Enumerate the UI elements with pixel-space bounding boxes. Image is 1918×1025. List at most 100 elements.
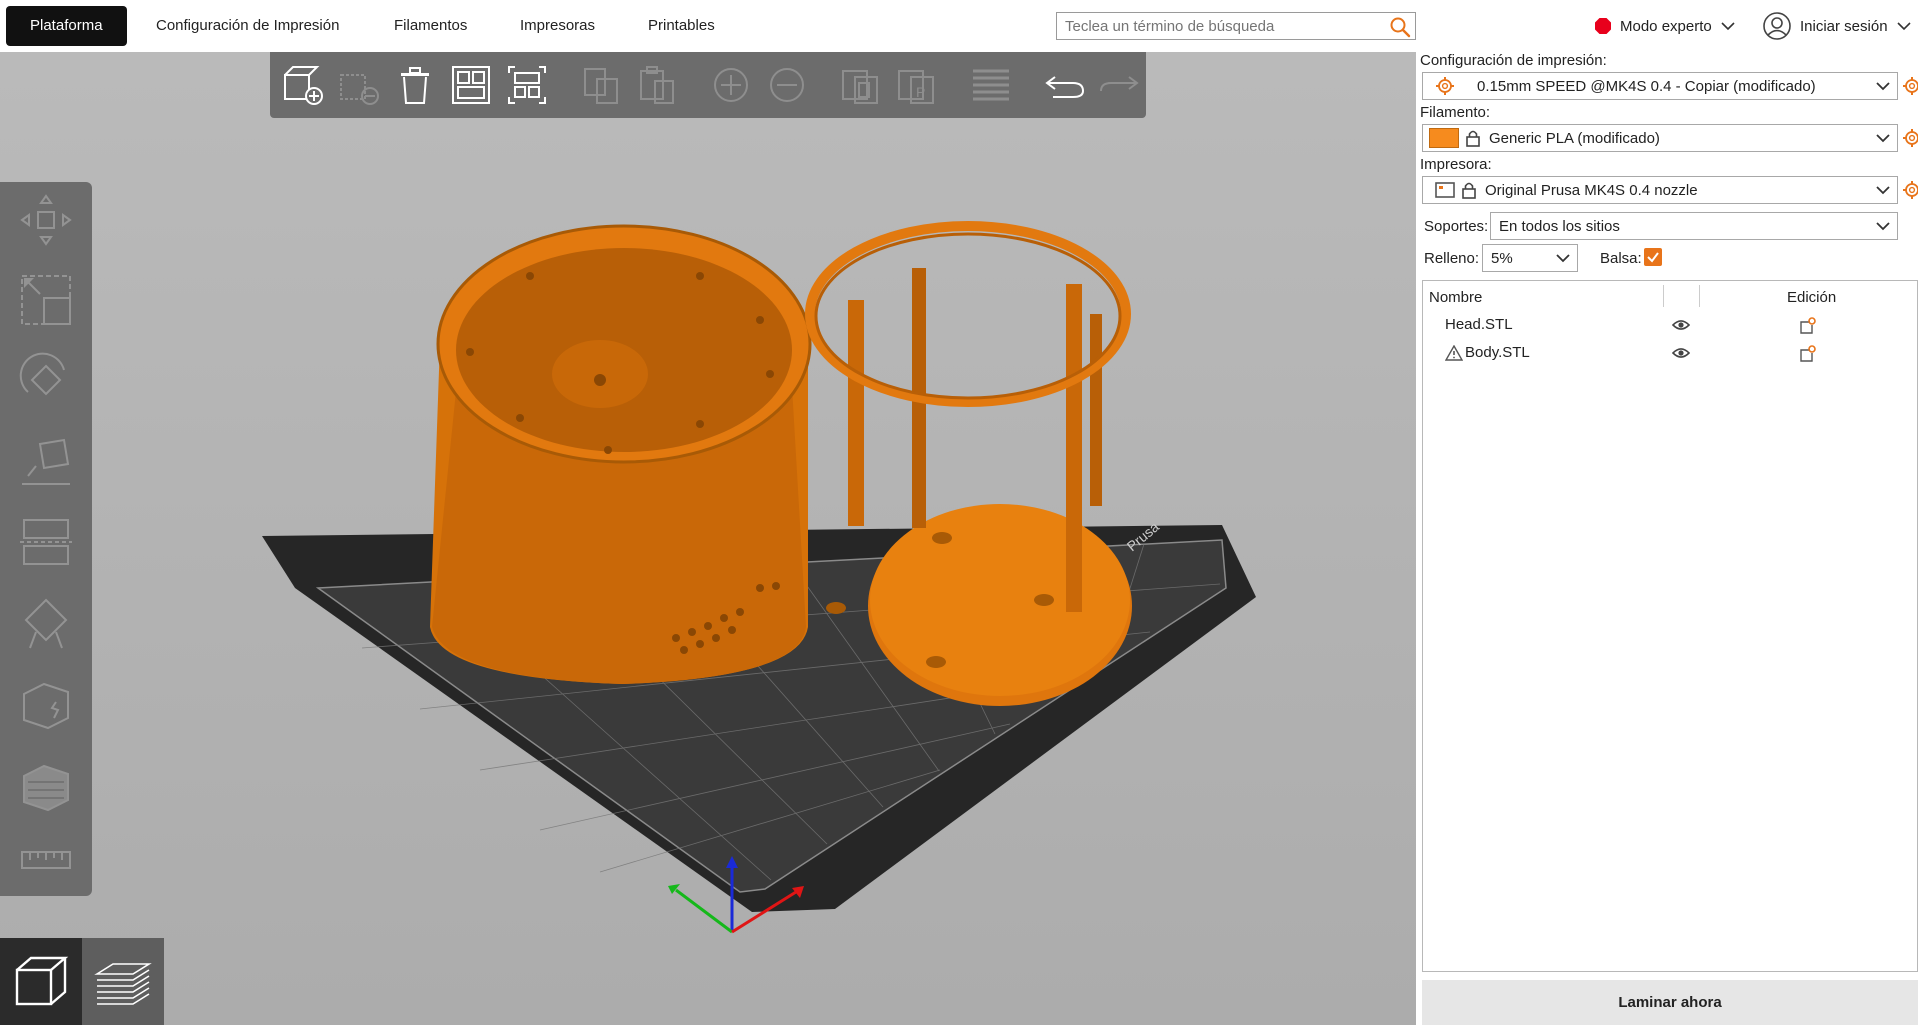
redo-button[interactable] — [1096, 62, 1142, 108]
supports-combo[interactable]: En todos los sitios — [1490, 212, 1898, 240]
column-divider — [1663, 285, 1664, 307]
arrange-button[interactable] — [448, 62, 494, 108]
place-on-face-tool[interactable] — [14, 430, 78, 494]
left-toolbar — [0, 182, 92, 896]
tab-filamentos[interactable]: Filamentos — [370, 6, 491, 46]
remove-instance-button[interactable] — [764, 62, 810, 108]
cut-icon — [20, 519, 72, 565]
rotate-icon — [19, 352, 65, 396]
search-box[interactable] — [1056, 12, 1416, 40]
expert-mode-icon — [1595, 18, 1611, 34]
delete-all-icon — [401, 67, 429, 104]
layers-icon — [973, 69, 1009, 101]
column-header-name[interactable]: Nombre — [1429, 289, 1482, 306]
raft-checkbox[interactable] — [1644, 248, 1662, 266]
object-list[interactable]: Nombre Edición Head.STL Body.STL — [1422, 280, 1918, 972]
svg-text:P: P — [916, 84, 925, 100]
login-button[interactable]: Iniciar sesión — [1762, 10, 1912, 42]
top-toolbar: P — [270, 52, 1146, 118]
list-item[interactable]: Head.STL — [1423, 311, 1917, 339]
chevron-down-icon — [1721, 22, 1735, 31]
chevron-down-icon — [1556, 254, 1570, 263]
add-icon — [284, 66, 323, 105]
chevron-down-icon — [1876, 186, 1890, 195]
split-parts-button[interactable]: P — [894, 62, 940, 108]
seam-paint-tool[interactable] — [14, 674, 78, 738]
delete-icon — [340, 74, 379, 105]
printer-value: Original Prusa MK4S 0.4 nozzle — [1485, 181, 1698, 199]
edit-icon[interactable] — [1798, 345, 1816, 363]
undo-button[interactable] — [1042, 62, 1088, 108]
printer-icon — [1435, 182, 1455, 198]
3d-view-button[interactable] — [0, 938, 82, 1025]
top-bar: Plataforma Configuración de Impresión Fi… — [0, 0, 1918, 52]
printer-combo[interactable]: Original Prusa MK4S 0.4 nozzle — [1422, 176, 1898, 204]
remove-instance-icon — [770, 68, 804, 102]
gear-icon[interactable] — [1902, 180, 1918, 200]
object-name: Head.STL — [1445, 316, 1513, 333]
move-icon — [20, 194, 72, 246]
print-config-value: 0.15mm SPEED @MK4S 0.4 - Copiar (modific… — [1477, 77, 1816, 95]
scale-tool[interactable] — [14, 268, 78, 332]
paste-button[interactable] — [634, 62, 680, 108]
infill-combo[interactable]: 5% — [1482, 244, 1578, 272]
column-divider — [1699, 285, 1700, 307]
warning-icon — [1445, 345, 1463, 361]
infill-label: Relleno: — [1424, 250, 1480, 267]
search-icon[interactable] — [1389, 16, 1411, 38]
print-config-label: Configuración de impresión: — [1420, 52, 1607, 69]
mode-selector[interactable]: Modo experto — [1594, 14, 1736, 38]
rotate-tool[interactable] — [14, 348, 78, 412]
mmu-paint-icon — [23, 764, 69, 812]
gear-icon[interactable] — [1902, 128, 1918, 148]
cube-icon — [15, 956, 69, 1005]
3d-viewport[interactable]: Prusa P — [0, 52, 1416, 1025]
layers-editing-button[interactable] — [968, 62, 1014, 108]
column-header-edit[interactable]: Edición — [1787, 289, 1836, 306]
split-objects-icon — [842, 70, 878, 104]
delete-all-button[interactable] — [392, 62, 438, 108]
tab-plataforma[interactable]: Plataforma — [6, 6, 127, 46]
list-item[interactable]: Body.STL — [1423, 339, 1917, 367]
tab-impresoras[interactable]: Impresoras — [496, 6, 619, 46]
measure-icon — [21, 851, 71, 869]
body-model[interactable] — [430, 224, 812, 684]
search-input[interactable] — [1057, 13, 1377, 39]
move-tool[interactable] — [14, 188, 78, 252]
split-parts-icon: P — [898, 70, 934, 104]
filament-combo[interactable]: Generic PLA (modificado) — [1422, 124, 1898, 152]
infill-value: 5% — [1491, 249, 1513, 267]
supports-value: En todos los sitios — [1499, 217, 1620, 235]
object-name: Body.STL — [1465, 344, 1530, 361]
preview-button[interactable] — [82, 938, 164, 1025]
add-instance-button[interactable] — [708, 62, 754, 108]
scene[interactable]: Prusa — [0, 52, 1416, 1025]
gear-icon[interactable] — [1902, 76, 1918, 96]
view-switcher — [0, 938, 164, 1025]
layers-preview-icon — [94, 962, 152, 1005]
support-paint-tool[interactable] — [14, 592, 78, 656]
measure-tool[interactable] — [14, 828, 78, 892]
copy-button[interactable] — [578, 62, 624, 108]
place-on-face-icon — [22, 438, 70, 485]
login-label: Iniciar sesión — [1800, 17, 1888, 35]
support-paint-icon — [24, 598, 68, 649]
delete-button[interactable] — [336, 62, 382, 108]
tab-printables[interactable]: Printables — [624, 6, 739, 46]
chevron-down-icon — [1876, 222, 1890, 231]
eye-icon[interactable] — [1672, 347, 1690, 359]
mmu-paint-tool[interactable] — [14, 756, 78, 820]
slice-now-button[interactable]: Laminar ahora — [1422, 980, 1918, 1025]
cut-tool[interactable] — [14, 510, 78, 574]
eye-icon[interactable] — [1672, 319, 1690, 331]
tab-configuracion-impresion[interactable]: Configuración de Impresión — [132, 6, 363, 46]
lock-icon — [1466, 130, 1480, 147]
add-button[interactable] — [280, 62, 326, 108]
print-config-combo[interactable]: 0.15mm SPEED @MK4S 0.4 - Copiar (modific… — [1422, 72, 1898, 100]
mode-label: Modo experto — [1620, 17, 1712, 35]
right-panel: Configuración de impresión: 0.15mm SPEED… — [1416, 52, 1918, 1025]
arrange-selection-button[interactable] — [504, 62, 550, 108]
printer-label: Impresora: — [1420, 156, 1492, 173]
split-objects-button[interactable] — [838, 62, 884, 108]
edit-icon[interactable] — [1798, 317, 1816, 335]
